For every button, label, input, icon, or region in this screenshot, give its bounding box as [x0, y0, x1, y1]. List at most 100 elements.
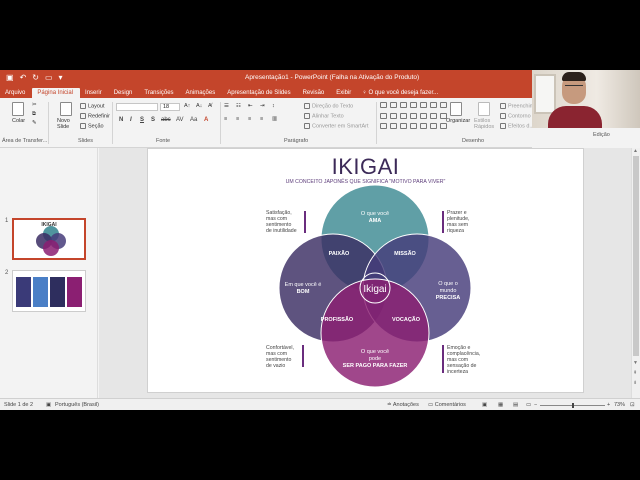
scrollbar-thumb[interactable] [633, 156, 639, 356]
shape-item[interactable] [380, 123, 387, 130]
font-size-input[interactable]: 18 [160, 103, 180, 111]
arrange-button[interactable]: Organizar [446, 118, 470, 124]
grow-font-icon[interactable]: A↑ [184, 103, 190, 109]
tab-view[interactable]: Exibir [331, 88, 358, 98]
section-button[interactable]: Seção [80, 123, 104, 129]
shape-item[interactable] [400, 112, 407, 119]
shape-item[interactable] [420, 112, 427, 119]
shape-item[interactable] [400, 102, 407, 108]
tab-transitions[interactable]: Transições [139, 88, 180, 98]
tab-file[interactable]: Arquivo [0, 88, 32, 98]
clear-format-icon[interactable]: A̸ [208, 103, 212, 109]
zoom-slider[interactable] [540, 403, 605, 408]
normal-view-icon[interactable]: ▣ [482, 402, 487, 408]
fit-to-window-icon[interactable]: ⊡ [630, 402, 635, 408]
shape-item[interactable] [380, 112, 387, 119]
shape-effects-button[interactable]: Efeitos d... [500, 123, 534, 129]
underline-button[interactable]: S [140, 117, 144, 123]
reset-button[interactable]: Redefinir [80, 113, 110, 119]
shape-item[interactable] [420, 102, 427, 108]
shape-item[interactable] [430, 112, 437, 119]
numbering-icon[interactable]: ☷ [236, 103, 241, 109]
start-presentation-icon[interactable]: ▭ [45, 73, 53, 82]
tab-home[interactable]: Página Inicial [32, 88, 81, 98]
slide-thumbnail-1[interactable]: IKIGAI [12, 218, 86, 260]
circle-ser-pago[interactable] [320, 278, 430, 388]
shape-item[interactable] [390, 102, 397, 108]
shape-item[interactable] [430, 123, 437, 130]
align-center-icon[interactable]: ≡ [236, 116, 239, 122]
shape-item[interactable] [440, 102, 447, 108]
redo-icon[interactable]: ↻ [32, 73, 39, 82]
shape-outline-button[interactable]: Contorno [500, 113, 531, 119]
tab-slideshow[interactable]: Apresentação de Slides [222, 88, 297, 98]
increase-indent-icon[interactable]: ⇥ [260, 103, 265, 109]
strikethrough-button[interactable]: abc [161, 117, 171, 123]
arrange-icon[interactable] [450, 102, 462, 116]
tab-design[interactable]: Design [109, 88, 140, 98]
undo-icon[interactable]: ↶ [20, 73, 27, 82]
align-text-button[interactable]: Alinhar Texto [304, 113, 344, 119]
scroll-up-icon[interactable]: ▲ [633, 148, 638, 154]
shrink-font-icon[interactable]: A↓ [196, 103, 202, 109]
customize-toolbar-icon[interactable]: ▾ [59, 73, 63, 82]
reading-view-icon[interactable]: ▤ [513, 402, 518, 408]
save-icon[interactable]: ▣ [6, 73, 14, 82]
cut-icon[interactable]: ✂ [32, 102, 37, 108]
bullets-icon[interactable]: ☰ [224, 103, 229, 109]
align-right-icon[interactable]: ≡ [248, 116, 251, 122]
spellcheck-icon[interactable]: ▣ [46, 402, 51, 408]
tab-animations[interactable]: Animações [181, 88, 223, 98]
italic-button[interactable]: I [130, 117, 132, 123]
shapes-gallery[interactable] [380, 102, 447, 132]
previous-slide-icon[interactable]: ⇞ [633, 370, 637, 376]
shape-item[interactable] [410, 123, 417, 130]
paste-icon[interactable] [12, 102, 24, 116]
align-left-icon[interactable]: ≡ [224, 116, 227, 122]
notes-button[interactable]: ≐ Anotações [387, 402, 419, 408]
change-case-button[interactable]: Aa [190, 117, 197, 123]
shape-item[interactable] [410, 102, 417, 108]
slideshow-view-icon[interactable]: ▭ [526, 402, 531, 408]
slide-sorter-icon[interactable]: ▦ [498, 402, 503, 408]
shape-item[interactable] [400, 123, 407, 130]
copy-icon[interactable]: ⧉ [32, 111, 36, 118]
format-painter-icon[interactable]: ✎ [32, 120, 37, 126]
decrease-indent-icon[interactable]: ⇤ [248, 103, 253, 109]
vertical-scrollbar[interactable]: ▲ ▼ ⇞ ⇟ [631, 148, 640, 398]
new-slide-icon[interactable] [60, 102, 72, 116]
justify-icon[interactable]: ≡ [260, 116, 263, 122]
tell-me-search[interactable]: ♀ O que você deseja fazer... [358, 88, 442, 98]
font-color-button[interactable]: A [204, 117, 208, 123]
comments-button[interactable]: ▭ Comentários [428, 402, 466, 408]
font-name-input[interactable] [116, 103, 158, 111]
columns-icon[interactable]: ▥ [272, 116, 277, 122]
zoom-in-icon[interactable]: + [607, 402, 610, 408]
text-direction-button[interactable]: Direção do Texto [304, 103, 353, 109]
new-slide-button[interactable]: Novo Slide [57, 118, 77, 130]
shape-item[interactable] [380, 102, 387, 108]
slide-canvas[interactable]: IKIGAI UM CONCEITO JAPONÊS QUE SIGNIFICA… [147, 148, 584, 393]
shadow-button[interactable]: S [151, 117, 155, 123]
shape-item[interactable] [390, 123, 397, 130]
next-slide-icon[interactable]: ⇟ [633, 380, 637, 386]
quick-styles-button[interactable]: Estilos Rápidos [474, 118, 496, 130]
shape-item[interactable] [440, 123, 447, 130]
zoom-out-icon[interactable]: − [534, 402, 537, 408]
bold-button[interactable]: N [119, 117, 123, 123]
shape-item[interactable] [430, 102, 437, 108]
tab-insert[interactable]: Inserir [80, 88, 109, 98]
zoom-level[interactable]: 73% [614, 402, 625, 408]
convert-smartart-button[interactable]: Converter em SmartArt [304, 123, 369, 129]
tab-review[interactable]: Revisão [298, 88, 332, 98]
paste-button[interactable]: Colar [12, 118, 25, 124]
zoom-slider-knob[interactable] [571, 403, 574, 408]
shape-item[interactable] [410, 112, 417, 119]
slide-thumbnail-2[interactable] [12, 270, 86, 312]
character-spacing-button[interactable]: AV [176, 117, 184, 123]
layout-button[interactable]: Layout [80, 103, 105, 109]
line-spacing-icon[interactable]: ↕ [272, 103, 275, 109]
scroll-down-icon[interactable]: ▼ [633, 360, 638, 366]
shape-item[interactable] [390, 112, 397, 119]
shape-item[interactable] [420, 123, 427, 130]
